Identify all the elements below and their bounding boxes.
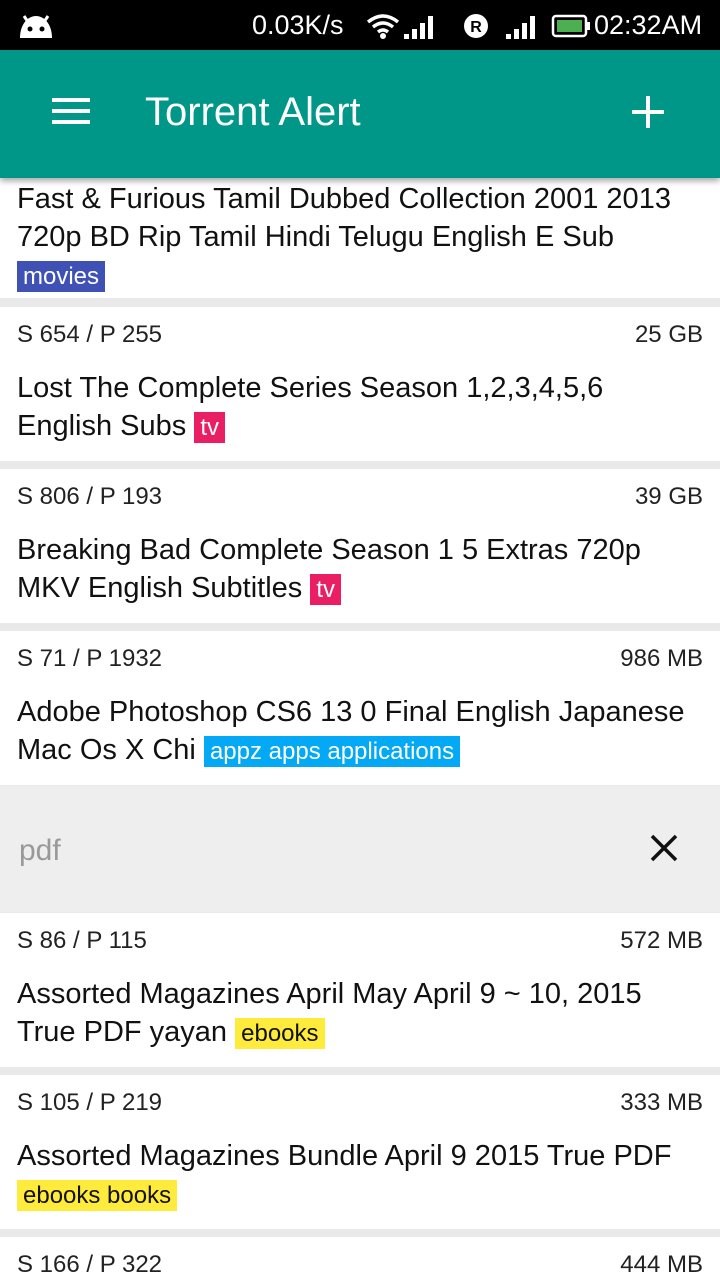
seeds-peers: S 86 / P 115 bbox=[17, 927, 147, 954]
close-icon[interactable] bbox=[646, 830, 682, 866]
page-title: Torrent Alert bbox=[145, 90, 361, 134]
status-bar: 0.03K/s R 02:32AM bbox=[0, 0, 720, 50]
category-tag: movies bbox=[17, 261, 106, 292]
svg-text:R: R bbox=[470, 19, 482, 36]
item-title: Lost The Complete Series Season 1,2,3,4,… bbox=[17, 372, 604, 443]
battery-icon bbox=[551, 14, 590, 38]
roaming-icon: R bbox=[464, 14, 488, 38]
list-item[interactable]: S 86 / P 115 572 MB Assorted Magazines A… bbox=[0, 913, 720, 1067]
seeds-peers: S 71 / P 1932 bbox=[17, 645, 163, 672]
search-row bbox=[0, 786, 720, 912]
category-tag: tv bbox=[310, 574, 342, 605]
item-title: Fast & Furious Tamil Dubbed Collection 2… bbox=[17, 183, 671, 292]
seeds-peers: S 654 / P 255 bbox=[17, 321, 163, 348]
app-bar: Torrent Alert bbox=[0, 50, 720, 178]
list-item[interactable]: S 654 / P 255 25 GB Lost The Complete Se… bbox=[0, 307, 720, 461]
seeds-peers: S 166 / P 322 bbox=[17, 1251, 163, 1278]
file-size: 986 MB bbox=[620, 645, 703, 672]
list-item[interactable]: S 105 / P 219 333 MB Assorted Magazines … bbox=[0, 1075, 720, 1229]
add-icon[interactable] bbox=[626, 90, 670, 134]
wifi-icon bbox=[366, 14, 400, 39]
search-input[interactable] bbox=[17, 826, 581, 876]
item-title: Assorted Magazines April May April 9 ~ 1… bbox=[17, 978, 642, 1049]
item-title: Assorted Magazines Bundle April 9 2015 T… bbox=[17, 1140, 672, 1211]
file-size: 39 GB bbox=[634, 483, 703, 510]
file-size: 444 MB bbox=[620, 1251, 703, 1278]
menu-icon[interactable] bbox=[52, 98, 92, 128]
signal-icon bbox=[506, 16, 535, 39]
category-tag: tv bbox=[194, 412, 226, 443]
file-size: 572 MB bbox=[620, 927, 703, 954]
file-size: 333 MB bbox=[620, 1089, 703, 1116]
category-tag: appz apps applications bbox=[203, 736, 461, 767]
file-size: 25 GB bbox=[634, 321, 703, 348]
list-item[interactable]: S 71 / P 1932 986 MB Adobe Photoshop CS6… bbox=[0, 631, 720, 785]
seeds-peers: S 806 / P 193 bbox=[17, 483, 163, 510]
signal-icon bbox=[404, 16, 433, 39]
clock: 02:32AM bbox=[594, 10, 703, 40]
android-icon bbox=[20, 15, 52, 38]
list-item[interactable]: S 166 / P 322 444 MB bbox=[0, 1237, 720, 1280]
category-tag: ebooks books bbox=[17, 1180, 178, 1211]
network-speed: 0.03K/s bbox=[252, 10, 344, 40]
list-item[interactable]: S 806 / P 193 39 GB Breaking Bad Complet… bbox=[0, 469, 720, 623]
item-title: Breaking Bad Complete Season 1 5 Extras … bbox=[17, 534, 641, 605]
item-title: Adobe Photoshop CS6 13 0 Final English J… bbox=[17, 696, 685, 767]
seeds-peers: S 105 / P 219 bbox=[17, 1089, 163, 1116]
category-tag: ebooks bbox=[235, 1018, 325, 1049]
